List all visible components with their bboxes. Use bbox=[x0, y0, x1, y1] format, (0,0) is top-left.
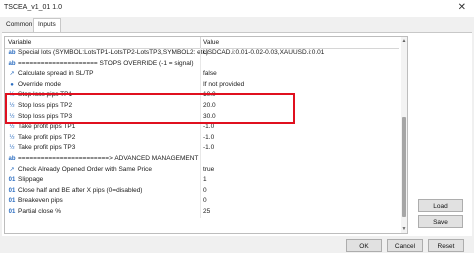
int-icon: 01 bbox=[8, 198, 16, 205]
bool-icon: ↗ bbox=[9, 71, 15, 78]
window-title: TSCEA_v1_01 1.0 bbox=[4, 4, 62, 11]
variable-value[interactable]: -1.0 bbox=[203, 133, 214, 144]
ok-button[interactable]: OK bbox=[346, 239, 382, 252]
highlight-box bbox=[5, 93, 295, 124]
variable-name: Override mode bbox=[18, 80, 61, 88]
variable-name: Check Already Opened Order with Same Pri… bbox=[18, 165, 153, 173]
reset-button[interactable]: Reset bbox=[428, 239, 464, 252]
vertical-scrollbar[interactable]: ▲ ▼ bbox=[401, 37, 407, 233]
tab-common[interactable]: Common bbox=[2, 19, 36, 31]
cell-divider bbox=[200, 58, 201, 70]
table-row[interactable]: 01 Close half and BE after X pips (0=disa… bbox=[5, 185, 399, 197]
column-separator[interactable] bbox=[200, 37, 201, 48]
variable-value[interactable]: true bbox=[203, 165, 214, 176]
scroll-thumb[interactable] bbox=[402, 117, 406, 217]
tab-inputs[interactable]: Inputs bbox=[33, 18, 61, 32]
int-icon: 01 bbox=[8, 187, 16, 194]
variable-value[interactable]: USDCAD.i:0.01-0.02-0.03,XAUUSD.i:0.01 bbox=[203, 48, 324, 59]
bool-icon: ↗ bbox=[9, 166, 15, 173]
scroll-up-icon[interactable]: ▲ bbox=[401, 38, 407, 44]
variable-value[interactable]: 1 bbox=[203, 175, 207, 186]
table-row[interactable]: ½ Take profit pips TP3 -1.0 bbox=[5, 143, 399, 154]
cell-divider bbox=[200, 132, 201, 144]
variable-value[interactable]: false bbox=[203, 69, 217, 80]
cell-divider bbox=[200, 175, 201, 186]
window-titlebar: TSCEA_v1_01 1.0 ✕ bbox=[0, 0, 474, 17]
table-row[interactable]: ● Override mode If not provided bbox=[5, 79, 399, 91]
variable-name: Partial close % bbox=[18, 207, 61, 215]
table-row[interactable]: 01 Slippage 1 bbox=[5, 175, 399, 186]
save-button[interactable]: Save bbox=[418, 215, 463, 228]
ab-icon: ab bbox=[8, 155, 16, 162]
cell-divider bbox=[200, 69, 201, 80]
int-icon: 01 bbox=[8, 208, 16, 215]
grid-rows: ab Special lots (SYMBOL:LotsTP1-LotsTP2-L… bbox=[5, 48, 399, 218]
load-button[interactable]: Load bbox=[418, 199, 463, 212]
variable-name: ========================> ADVANCED MANAG… bbox=[18, 154, 199, 162]
table-row[interactable]: 01 Breakeven pips 0 bbox=[5, 196, 399, 207]
variable-name: Take profit pips TP2 bbox=[18, 133, 76, 141]
double-icon: ½ bbox=[9, 124, 15, 131]
cell-divider bbox=[200, 48, 201, 59]
variable-value[interactable]: If not provided bbox=[203, 80, 244, 91]
cell-divider bbox=[200, 79, 201, 91]
ab-icon: ab bbox=[8, 50, 16, 56]
cell-divider bbox=[200, 153, 201, 165]
variable-value[interactable]: -1.0 bbox=[203, 143, 214, 154]
variable-name: Take profit pips TP3 bbox=[18, 144, 76, 152]
variable-name: Calculate spread in SL/TP bbox=[18, 70, 94, 78]
cell-divider bbox=[200, 196, 201, 207]
variable-name: Close half and BE after X pips (0=disabl… bbox=[18, 186, 143, 194]
cell-divider bbox=[200, 164, 201, 176]
inputs-grid: Variable Value ab Special lots (SYMBOL:Lo… bbox=[4, 36, 408, 234]
int-icon: 01 bbox=[8, 177, 16, 184]
table-row[interactable]: ½ Take profit pips TP2 -1.0 bbox=[5, 132, 399, 144]
enum-icon: ● bbox=[10, 81, 14, 88]
tab-bar: Common Inputs bbox=[0, 17, 474, 32]
column-header-value[interactable]: Value bbox=[203, 39, 219, 46]
table-row[interactable]: ↗ Check Already Opened Order with Same Pr… bbox=[5, 164, 399, 176]
variable-name: Special lots (SYMBOL:LotsTP1-LotsTP2-Lot… bbox=[18, 49, 209, 56]
table-row[interactable]: ab ========================> ADVANCED MAN… bbox=[5, 153, 399, 165]
cell-divider bbox=[200, 143, 201, 154]
table-row[interactable]: ↗ Calculate spread in SL/TP false bbox=[5, 69, 399, 80]
cell-divider bbox=[200, 206, 201, 218]
close-icon[interactable]: ✕ bbox=[458, 2, 466, 13]
table-row[interactable]: ab ===================== STOPS OVERRIDE (… bbox=[5, 58, 399, 70]
double-icon: ½ bbox=[9, 134, 15, 141]
double-icon: ½ bbox=[9, 145, 15, 152]
scroll-down-icon[interactable]: ▼ bbox=[401, 226, 407, 232]
cell-divider bbox=[200, 185, 201, 197]
table-row[interactable]: 01 Partial close % 25 bbox=[5, 206, 399, 218]
ab-icon: ab bbox=[8, 60, 16, 67]
variable-value[interactable]: 25 bbox=[203, 207, 210, 218]
variable-value[interactable]: 0 bbox=[203, 196, 207, 207]
table-row[interactable]: ab Special lots (SYMBOL:LotsTP1-LotsTP2-L… bbox=[5, 48, 399, 59]
variable-name: ===================== STOPS OVERRIDE (-1… bbox=[18, 59, 194, 67]
variable-name: Breakeven pips bbox=[18, 197, 63, 205]
variable-name: Slippage bbox=[18, 176, 44, 184]
variable-value[interactable]: 0 bbox=[203, 186, 207, 197]
column-header-variable[interactable]: Variable bbox=[8, 39, 31, 46]
cancel-button[interactable]: Cancel bbox=[387, 239, 423, 252]
